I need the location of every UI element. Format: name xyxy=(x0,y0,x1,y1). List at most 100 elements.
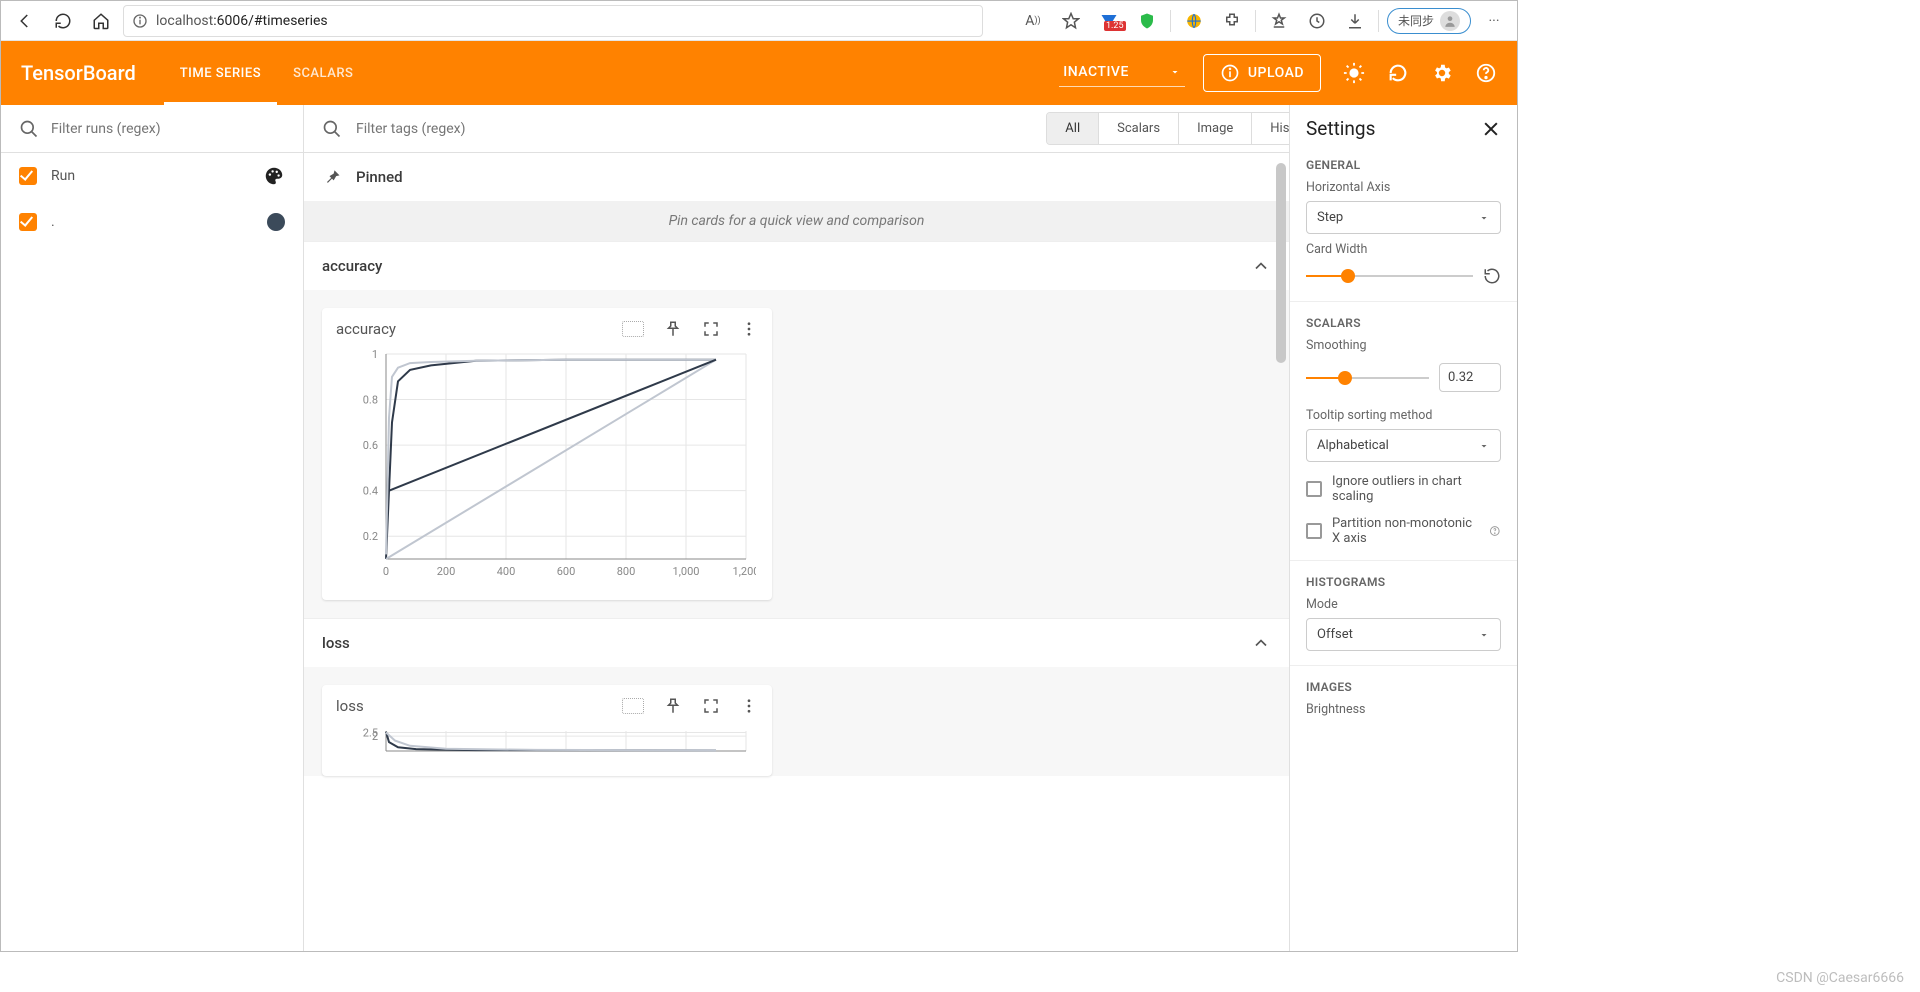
svg-text:0.2: 0.2 xyxy=(363,530,378,543)
tab-time-series[interactable]: TIME SERIES xyxy=(164,41,277,105)
header-tabs: TIME SERIES SCALARS xyxy=(164,41,370,105)
pin-card-icon[interactable] xyxy=(664,320,682,338)
accuracy-chart[interactable]: 0.20.40.60.8102004006008001,0001,200 xyxy=(336,344,756,584)
url-host: localhost xyxy=(156,13,213,29)
palette-icon[interactable] xyxy=(263,165,285,187)
caret-down-icon xyxy=(1478,440,1490,452)
more-vert-icon[interactable] xyxy=(740,697,758,715)
ext-shield-icon[interactable] xyxy=(1132,5,1162,37)
more-vert-icon[interactable] xyxy=(740,320,758,338)
svg-text:1: 1 xyxy=(372,348,378,361)
horiz-axis-select[interactable]: Step xyxy=(1306,201,1501,234)
section-loss-header[interactable]: loss xyxy=(304,618,1289,667)
svg-text:0.4: 0.4 xyxy=(363,485,378,498)
tooltip-sort-value: Alphabetical xyxy=(1317,438,1389,453)
chevron-up-icon[interactable] xyxy=(1251,633,1271,653)
svg-text:2.5: 2.5 xyxy=(363,726,378,739)
back-button[interactable] xyxy=(9,5,41,37)
run-label: . xyxy=(51,214,253,230)
downloads-icon[interactable] xyxy=(1340,5,1370,37)
ignore-outliers-checkbox[interactable]: Ignore outliers in chart scaling xyxy=(1306,474,1501,504)
search-icon xyxy=(322,119,342,139)
reset-card-width-icon[interactable] xyxy=(1483,267,1501,285)
history-icon[interactable] xyxy=(1302,5,1332,37)
reload-all-icon[interactable] xyxy=(1387,62,1409,84)
partition-x-checkbox[interactable]: Partition non-monotonic X axis xyxy=(1306,516,1501,546)
filter-runs-input[interactable] xyxy=(51,121,285,137)
svg-text:0: 0 xyxy=(383,565,389,578)
card-width-label: Card Width xyxy=(1306,242,1501,257)
fit-domain-icon[interactable] xyxy=(622,321,644,337)
fit-domain-icon[interactable] xyxy=(622,698,644,714)
chip-scalars[interactable]: Scalars xyxy=(1098,113,1178,144)
favorite-icon[interactable] xyxy=(1056,5,1086,37)
horiz-axis-label: Horizontal Axis xyxy=(1306,180,1501,195)
info-icon xyxy=(132,13,148,29)
home-button[interactable] xyxy=(85,5,117,37)
tooltip-sort-select[interactable]: Alphabetical xyxy=(1306,429,1501,462)
section-pinned-header[interactable]: Pinned xyxy=(304,153,1289,201)
run-label: Run xyxy=(51,168,249,184)
ext-globe-icon[interactable] xyxy=(1179,5,1209,37)
address-bar[interactable]: localhost:6006/#timeseries xyxy=(123,5,983,37)
svg-text:600: 600 xyxy=(557,565,576,578)
pin-hint: Pin cards for a quick view and compariso… xyxy=(304,201,1289,241)
scrollbar[interactable] xyxy=(1276,163,1286,363)
app-header: TensorBoard TIME SERIES SCALARS INACTIVE… xyxy=(1,41,1517,105)
more-menu-icon[interactable]: ··· xyxy=(1479,5,1509,37)
mode-value: Offset xyxy=(1317,627,1353,642)
settings-section-histograms: HISTOGRAMS xyxy=(1306,575,1501,589)
pin-icon xyxy=(322,167,342,187)
search-icon xyxy=(19,119,39,139)
run-checkbox[interactable] xyxy=(19,167,37,185)
close-settings-icon[interactable] xyxy=(1481,119,1501,139)
run-color-swatch[interactable] xyxy=(267,213,285,231)
chevron-up-icon[interactable] xyxy=(1251,256,1271,276)
smoothing-input[interactable] xyxy=(1439,363,1501,392)
section-accuracy-header[interactable]: accuracy xyxy=(304,241,1289,290)
tab-scalars[interactable]: SCALARS xyxy=(277,41,369,105)
fullscreen-icon[interactable] xyxy=(702,697,720,715)
settings-section-images: IMAGES xyxy=(1306,680,1501,694)
content-area: All Scalars Image Histogram Settings Pin… xyxy=(304,105,1517,952)
extensions-icon[interactable] xyxy=(1217,5,1247,37)
upload-label: UPLOAD xyxy=(1248,65,1304,81)
section-title: accuracy xyxy=(322,257,1237,275)
settings-title: Settings xyxy=(1306,117,1481,140)
run-row-0[interactable]: Run xyxy=(1,153,303,199)
favorites-list-icon[interactable] xyxy=(1264,5,1294,37)
filter-tags-input[interactable] xyxy=(356,121,1020,137)
fullscreen-icon[interactable] xyxy=(702,320,720,338)
brightness-label: Brightness xyxy=(1306,702,1501,717)
chip-all[interactable]: All xyxy=(1047,113,1098,144)
run-row-1[interactable]: . xyxy=(1,199,303,245)
svg-text:800: 800 xyxy=(617,565,636,578)
smoothing-slider[interactable] xyxy=(1306,377,1429,379)
mode-select[interactable]: Offset xyxy=(1306,618,1501,651)
help-icon[interactable] xyxy=(1475,62,1497,84)
mode-label: Mode xyxy=(1306,597,1501,612)
plugin-selector[interactable]: INACTIVE xyxy=(1059,60,1185,87)
theme-toggle-icon[interactable] xyxy=(1343,62,1365,84)
ignore-outliers-label: Ignore outliers in chart scaling xyxy=(1332,474,1501,504)
scalar-card-accuracy: accuracy 0.20.40.60.8102004006008001,000… xyxy=(322,308,772,600)
scalar-card-loss: loss 22.5 xyxy=(322,685,772,776)
settings-gear-icon[interactable] xyxy=(1431,62,1453,84)
reload-button[interactable] xyxy=(47,5,79,37)
upload-button[interactable]: UPLOAD xyxy=(1203,54,1321,92)
read-aloud-icon[interactable]: A)) xyxy=(1018,5,1048,37)
profile-sync-button[interactable]: 未同步 xyxy=(1387,8,1471,34)
chip-image[interactable]: Image xyxy=(1178,113,1251,144)
help-small-icon[interactable] xyxy=(1489,524,1501,538)
section-title: loss xyxy=(322,634,1237,652)
pin-card-icon[interactable] xyxy=(664,697,682,715)
url-path: :6006/#timeseries xyxy=(213,13,327,29)
loss-chart[interactable]: 22.5 xyxy=(336,721,756,776)
caret-down-icon xyxy=(1169,66,1181,78)
settings-panel: Settings GENERAL Horizontal Axis Step Ca… xyxy=(1289,105,1517,952)
info-circle-icon xyxy=(1220,63,1240,83)
run-checkbox[interactable] xyxy=(19,213,37,231)
ext-idm-icon[interactable]: 1.25 xyxy=(1094,5,1124,37)
svg-text:1,200: 1,200 xyxy=(733,565,756,578)
card-width-slider[interactable] xyxy=(1306,275,1473,277)
